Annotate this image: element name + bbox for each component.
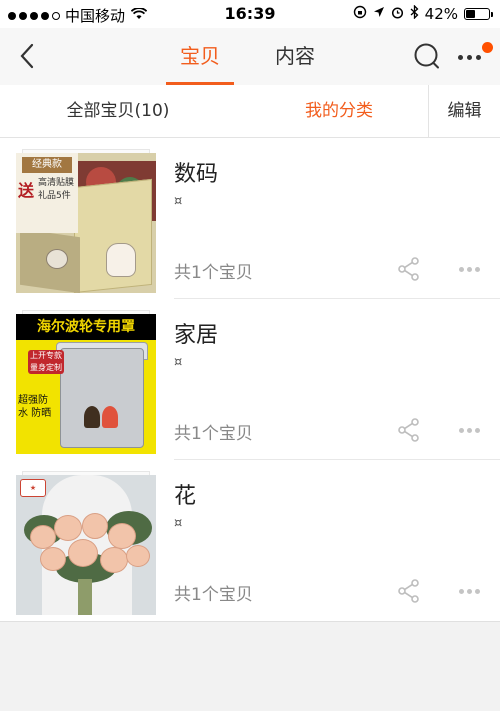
category-thumbnail: 经典款 送 高清贴膜 礼品5件	[16, 149, 156, 293]
share-icon	[398, 579, 419, 603]
category-glyph: ¤	[174, 355, 183, 370]
share-button[interactable]	[396, 578, 422, 604]
battery-fill	[466, 10, 476, 18]
search-button[interactable]	[413, 42, 441, 70]
brand-logo-icon: ★	[20, 479, 46, 497]
category-count: 共1个宝贝	[174, 585, 253, 605]
thumb-gift-text: 高清贴膜 礼品5件	[38, 178, 75, 201]
category-glyph: ¤	[174, 194, 183, 209]
category-row-home[interactable]: 海尔波轮专用罩 上开专款 量身定制 超强防水 防晒 家居 ¤ 共1个宝贝	[0, 299, 500, 460]
share-button[interactable]	[396, 256, 422, 282]
thumb-badge-text: 经典款	[22, 157, 72, 173]
category-name: 数码	[174, 162, 219, 187]
alarm-icon	[391, 6, 404, 23]
share-icon	[398, 257, 419, 281]
category-count: 共1个宝贝	[174, 263, 253, 283]
category-name: 花	[174, 484, 197, 509]
battery-percent: 42%	[424, 5, 458, 23]
category-name: 家居	[174, 323, 219, 348]
status-bar: 中国移动 16:39 42%	[0, 0, 500, 28]
share-icon	[398, 418, 419, 442]
tab-content[interactable]: 内容	[275, 40, 315, 69]
location-arrow-icon	[373, 6, 385, 22]
search-icon	[414, 43, 439, 69]
back-button[interactable]	[14, 42, 42, 70]
row-more-button[interactable]	[459, 262, 483, 276]
nav-bar: 宝贝 内容	[0, 28, 500, 85]
notification-badge	[482, 42, 493, 53]
battery-icon	[464, 8, 493, 20]
thumb-feature-text: 超强防水 防晒	[18, 395, 52, 419]
thumb-tag-text: 上开专款 量身定制	[28, 350, 64, 374]
product-image-washer-cover: 海尔波轮专用罩 上开专款 量身定制 超强防水 防晒	[16, 314, 156, 454]
rotation-lock-icon	[353, 5, 367, 23]
category-glyph: ¤	[174, 516, 183, 531]
sub-tab-all-products[interactable]: 全部宝贝(10)	[0, 85, 236, 138]
sub-tab-my-categories[interactable]: 我的分类	[276, 85, 402, 138]
category-row-digital[interactable]: 经典款 送 高清贴膜 礼品5件 数码 ¤ 共1个宝贝	[0, 138, 500, 299]
share-button[interactable]	[396, 417, 422, 443]
status-right: 42%	[353, 4, 493, 23]
washer-icon	[60, 348, 144, 448]
product-image-tablet-case: 经典款 送 高清贴膜 礼品5件	[16, 153, 156, 293]
category-count: 共1个宝贝	[174, 424, 253, 444]
category-thumbnail: ★	[16, 471, 156, 615]
tab-products[interactable]: 宝贝	[180, 40, 220, 69]
thumb-title-text: 海尔波轮专用罩	[16, 314, 156, 340]
dog-figure-icon	[46, 249, 68, 269]
back-chevron-icon	[20, 43, 34, 69]
row-more-button[interactable]	[459, 423, 483, 437]
cat-figure-icon	[106, 243, 136, 277]
sub-tab-bar: 全部宝贝(10) 我的分类 编辑	[0, 85, 500, 138]
row-more-button[interactable]	[459, 584, 483, 598]
bluetooth-icon	[410, 4, 419, 23]
edit-button[interactable]: 编辑	[429, 85, 500, 138]
category-row-flowers[interactable]: ★ 花 ¤ 共1个宝贝	[0, 460, 500, 621]
thumb-send-text: 送	[18, 181, 35, 200]
category-thumbnail: 海尔波轮专用罩 上开专款 量身定制 超强防水 防晒	[16, 310, 156, 454]
more-icon	[458, 55, 481, 60]
category-list: 经典款 送 高清贴膜 礼品5件 数码 ¤ 共1个宝贝 海尔波轮专用罩 上开专款 …	[0, 138, 500, 622]
product-image-bouquet: ★	[16, 475, 156, 615]
